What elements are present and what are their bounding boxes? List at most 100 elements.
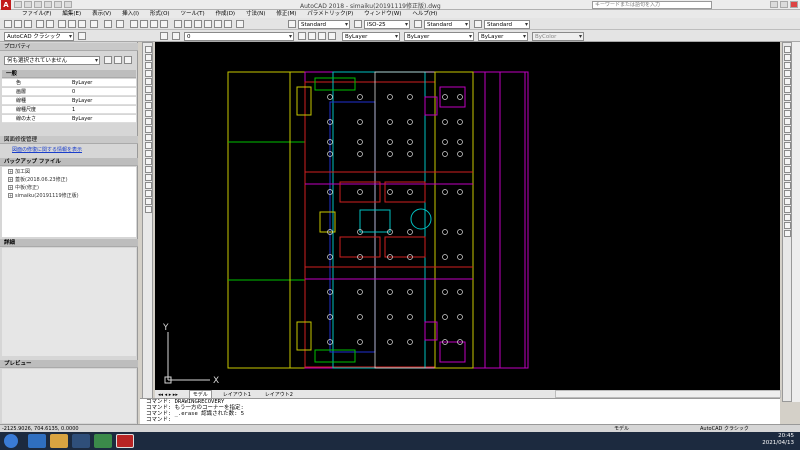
- undo-toolbar-icon[interactable]: [104, 20, 112, 28]
- calculator-icon[interactable]: [224, 20, 232, 28]
- draw-tool-icon[interactable]: [145, 110, 152, 117]
- drawing-canvas[interactable]: X Y: [155, 42, 780, 390]
- menu-window[interactable]: ウィンドウ(W): [364, 10, 401, 18]
- lineweight-select[interactable]: ByLayer: [478, 32, 528, 41]
- markup-icon[interactable]: [214, 20, 222, 28]
- modify-tool-icon[interactable]: [784, 198, 791, 205]
- properties-icon[interactable]: [174, 20, 182, 28]
- draw-tool-icon[interactable]: [145, 190, 152, 197]
- modify-tool-icon[interactable]: [784, 150, 791, 157]
- modify-tool-icon[interactable]: [784, 190, 791, 197]
- list-item[interactable]: + simaiku(20191119修正版): [8, 192, 79, 200]
- draw-tool-icon[interactable]: [145, 158, 152, 165]
- menu-view[interactable]: 表示(V): [92, 10, 111, 18]
- zoom-window-icon[interactable]: [150, 20, 158, 28]
- save-icon[interactable]: [24, 20, 32, 28]
- recovery-info-link[interactable]: 図面の修復に関する情報を表示: [12, 146, 82, 153]
- modify-tool-icon[interactable]: [784, 102, 791, 109]
- mleader-style-select[interactable]: Standard: [484, 20, 530, 29]
- horizontal-scrollbar[interactable]: [555, 390, 781, 398]
- draw-tool-icon[interactable]: [145, 198, 152, 205]
- taskbar-autocad-icon[interactable]: [116, 434, 134, 448]
- draw-tool-icon[interactable]: [145, 70, 152, 77]
- draw-tool-icon[interactable]: [145, 166, 152, 173]
- copy-icon[interactable]: [68, 20, 76, 28]
- redo-icon[interactable]: [64, 1, 72, 8]
- search-input[interactable]: キーワードまたは語句を入力: [592, 1, 712, 9]
- menu-parametric[interactable]: パラメトリック(P): [307, 10, 353, 18]
- taskbar-media-icon[interactable]: [72, 434, 90, 448]
- quick-new-icon[interactable]: [14, 1, 22, 8]
- tool-palettes-icon[interactable]: [194, 20, 202, 28]
- draw-tool-icon[interactable]: [145, 54, 152, 61]
- match-properties-icon[interactable]: [90, 20, 98, 28]
- undo-icon[interactable]: [54, 1, 62, 8]
- modify-tool-icon[interactable]: [784, 206, 791, 213]
- draw-tool-icon[interactable]: [145, 78, 152, 85]
- paste-icon[interactable]: [78, 20, 86, 28]
- draw-tool-icon[interactable]: [145, 134, 152, 141]
- help-icon[interactable]: [236, 20, 244, 28]
- maximize-button[interactable]: [780, 1, 788, 8]
- property-row[interactable]: 画層 0: [2, 88, 136, 96]
- taskbar-chrome-icon[interactable]: [94, 434, 112, 448]
- layer-iso-icon[interactable]: [318, 32, 326, 40]
- property-row[interactable]: 線の太さ ByLayer: [2, 115, 136, 123]
- modify-tool-icon[interactable]: [784, 118, 791, 125]
- draw-tool-icon[interactable]: [145, 102, 152, 109]
- modify-tool-icon[interactable]: [784, 46, 791, 53]
- make-current-icon[interactable]: [298, 32, 306, 40]
- modify-tool-icon[interactable]: [784, 126, 791, 133]
- taskbar-ie-icon[interactable]: [28, 434, 46, 448]
- menu-insert[interactable]: 挿入(I): [122, 10, 139, 18]
- draw-tool-icon[interactable]: [145, 182, 152, 189]
- sheet-set-icon[interactable]: [204, 20, 212, 28]
- layer-properties-icon[interactable]: [160, 32, 168, 40]
- draw-tool-icon[interactable]: [145, 142, 152, 149]
- modify-tool-icon[interactable]: [784, 70, 791, 77]
- dim-style-icon[interactable]: [354, 20, 362, 28]
- draw-tool-icon[interactable]: [145, 150, 152, 157]
- list-item[interactable]: + 蓋板(2018.06.23修正): [8, 176, 68, 184]
- draw-tool-icon[interactable]: [145, 94, 152, 101]
- menu-draw[interactable]: 作成(D): [216, 10, 236, 18]
- match-layer-icon[interactable]: [328, 32, 336, 40]
- menu-tools[interactable]: ツール(T): [180, 10, 204, 18]
- cut-icon[interactable]: [58, 20, 66, 28]
- modify-tool-icon[interactable]: [784, 110, 791, 117]
- list-item[interactable]: + 中板(修正): [8, 184, 39, 192]
- select-objects-icon[interactable]: [114, 56, 122, 64]
- dim-style-select[interactable]: ISO-25: [364, 20, 410, 29]
- layer-state-icon[interactable]: [172, 32, 180, 40]
- start-button[interactable]: [4, 434, 18, 448]
- zoom-realtime-icon[interactable]: [140, 20, 148, 28]
- draw-tool-icon[interactable]: [145, 126, 152, 133]
- details-header[interactable]: 詳細: [0, 239, 138, 247]
- menu-help[interactable]: ヘルプ(H): [412, 10, 437, 18]
- quick-save-icon[interactable]: [34, 1, 42, 8]
- print-icon[interactable]: [36, 20, 44, 28]
- property-row[interactable]: 色 ByLayer: [2, 79, 136, 87]
- modify-tool-icon[interactable]: [784, 158, 791, 165]
- menu-format[interactable]: 形式(O): [150, 10, 170, 18]
- property-row[interactable]: 線種尺度 1: [2, 106, 136, 114]
- modify-tool-icon[interactable]: [784, 94, 791, 101]
- open-icon[interactable]: [14, 20, 22, 28]
- property-row[interactable]: 線種 ByLayer: [2, 97, 136, 105]
- taskbar-explorer-icon[interactable]: [50, 434, 68, 448]
- general-section[interactable]: 一般: [2, 70, 136, 78]
- command-input[interactable]: コマンド:: [146, 417, 780, 423]
- list-item[interactable]: + 加工図: [8, 168, 30, 176]
- design-center-icon[interactable]: [184, 20, 192, 28]
- preview-header[interactable]: プレビュー: [0, 360, 138, 368]
- modify-tool-icon[interactable]: [784, 230, 791, 237]
- selection-select[interactable]: 何も選択されていません: [4, 56, 100, 65]
- draw-tool-icon[interactable]: [145, 174, 152, 181]
- preview-icon[interactable]: [46, 20, 54, 28]
- plotstyle-select[interactable]: ByColor: [532, 32, 584, 41]
- modify-tool-icon[interactable]: [784, 166, 791, 173]
- table-style-icon[interactable]: [414, 20, 422, 28]
- modify-tool-icon[interactable]: [784, 78, 791, 85]
- text-style-select[interactable]: Standard: [298, 20, 350, 29]
- quick-print-icon[interactable]: [44, 1, 52, 8]
